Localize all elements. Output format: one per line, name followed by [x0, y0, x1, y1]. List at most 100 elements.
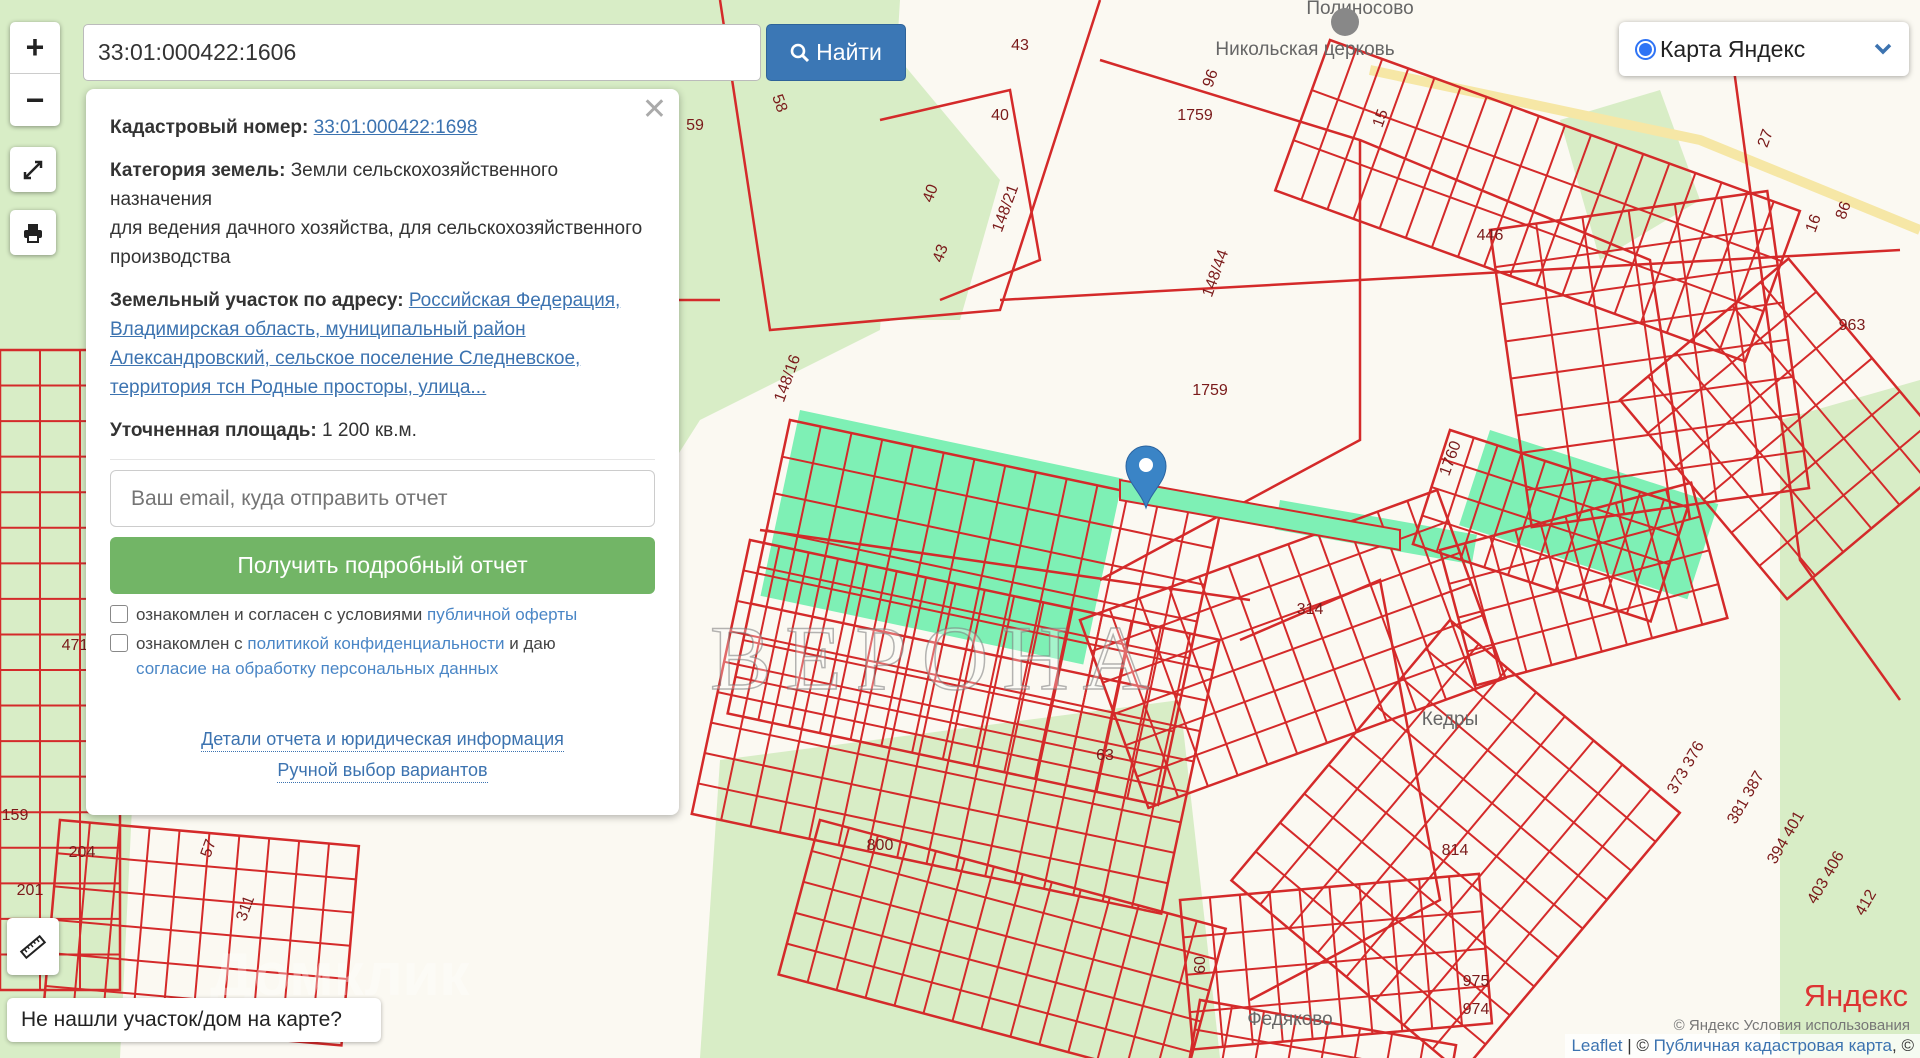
- parcel-line: [1293, 139, 1764, 313]
- parcel-line: [1220, 1005, 1233, 1058]
- fullscreen-button[interactable]: [10, 147, 56, 192]
- marker-dot: [1139, 458, 1153, 472]
- layer-selector[interactable]: Карта Яндекс: [1619, 22, 1909, 76]
- map-label: 16: [1803, 212, 1825, 235]
- chevron-down-icon: [1874, 43, 1892, 55]
- zoom-control: + −: [10, 22, 60, 126]
- zoom-in-button[interactable]: +: [10, 22, 60, 74]
- map-label: 314: [1297, 601, 1324, 618]
- leaflet-link[interactable]: Leaflet: [1571, 1036, 1622, 1055]
- map-label: Никольская церковь: [1215, 39, 1394, 60]
- map-label: 814: [1442, 842, 1469, 859]
- consent2-text2: и даю: [509, 634, 556, 653]
- map-label: 27: [1755, 127, 1777, 150]
- attribution: Leaflet | © Публичная кадастровая карта,…: [1565, 1034, 1920, 1058]
- parcel-line: [1348, 1028, 1362, 1058]
- map-label: 43: [1011, 37, 1029, 54]
- parcel-line: [1380, 1033, 1394, 1058]
- usage-value: для ведения дачного хозяйства, для сельс…: [110, 218, 643, 268]
- consent2-text: ознакомлен с: [136, 634, 243, 653]
- yandex-terms-link[interactable]: © Яндекс Условия использования: [1674, 1017, 1910, 1034]
- yandex-logo: Яндекс: [1803, 978, 1908, 1013]
- map-label: 311: [233, 893, 258, 923]
- map-label: 96: [1200, 67, 1222, 90]
- parcel-line: [1259, 643, 1480, 906]
- map-label: 40: [991, 107, 1009, 124]
- cadastral-search-input[interactable]: [83, 24, 761, 81]
- parcel-line: [1352, 734, 1584, 930]
- report-details-link[interactable]: Детали отчета и юридическая информация: [201, 727, 564, 752]
- cadastral-number: Кадастровый номер: 33:01:000422:1698: [110, 113, 655, 142]
- zoom-out-button[interactable]: −: [10, 74, 60, 126]
- divider: [110, 459, 655, 460]
- email-input[interactable]: [110, 470, 655, 527]
- parcel-line: [1352, 68, 1410, 220]
- parcel-line: [1326, 58, 1384, 210]
- parcel-line: [1374, 739, 1595, 1002]
- get-report-button[interactable]: Получить подробный отчет: [110, 537, 655, 594]
- parcel-line: [1425, 648, 1657, 843]
- attribution-tail: , ©: [1892, 1036, 1914, 1055]
- find-button[interactable]: Найти: [766, 24, 906, 81]
- consent1-text: ознакомлен и согласен с условиями: [136, 605, 423, 624]
- map-label: 800: [867, 837, 894, 854]
- map-label: 148/44: [1199, 247, 1232, 299]
- personal-data-link[interactable]: согласие на обработку персональных данны…: [136, 659, 498, 678]
- map-label: 57: [198, 837, 220, 860]
- manual-selection-link[interactable]: Ручной выбор вариантов: [277, 758, 488, 783]
- address-label: Земельный участок по адресу:: [110, 290, 404, 311]
- parcel-line: [1535, 134, 1592, 286]
- map-label: 975: [1463, 973, 1490, 990]
- map-label: 1760: [1437, 439, 1465, 478]
- pkk-link[interactable]: Публичная кадастровая карта: [1654, 1036, 1892, 1055]
- parcel-line: [1376, 706, 1608, 901]
- map-label: 159: [2, 807, 29, 824]
- parcel-info-popup: ✕ Кадастровый номер: 33:01:000422:1698 К…: [86, 89, 679, 815]
- parcel-block: [1229, 618, 1682, 1058]
- not-found-button[interactable]: Не нашли участок/дом на карте?: [7, 998, 381, 1042]
- privacy-consent: ознакомлен с политикой конфиденциальност…: [110, 631, 655, 681]
- parcel-line: [1378, 77, 1436, 229]
- parcel-address: Земельный участок по адресу: Российская …: [110, 286, 655, 402]
- parcel-line: [1400, 677, 1632, 872]
- public-offer-link[interactable]: публичной оферты: [427, 605, 577, 624]
- map-label: 974: [1463, 1001, 1490, 1018]
- radio-selected-icon: [1635, 38, 1656, 60]
- map-label: 204: [69, 844, 96, 861]
- print-icon: [24, 223, 42, 243]
- map-label: 446: [1477, 227, 1504, 244]
- map-label: 60: [1192, 956, 1209, 974]
- map-label: 15: [1370, 107, 1392, 130]
- map-label: 373 376: [1664, 738, 1708, 797]
- parcel-line: [1509, 125, 1566, 277]
- forest-area: [1780, 380, 1920, 1058]
- cadastral-number-link[interactable]: 33:01:000422:1698: [314, 117, 478, 138]
- map-label: 1759: [1177, 107, 1213, 124]
- land-category: Категория земель: Земли сельскохозяйстве…: [110, 156, 655, 272]
- category-label: Категория земель:: [110, 160, 286, 181]
- find-button-label: Найти: [816, 39, 882, 65]
- church-icon: [1331, 8, 1359, 36]
- layer-selected-label: Карта Яндекс: [1660, 35, 1806, 62]
- offer-checkbox[interactable]: [110, 605, 128, 623]
- parcel-line: [1288, 667, 1509, 930]
- map-label: Кедры: [1422, 709, 1479, 730]
- map-label: 63: [1096, 747, 1114, 764]
- area-label: Уточненная площадь:: [110, 420, 317, 441]
- privacy-policy-link[interactable]: политикой конфиденциальности: [247, 634, 504, 653]
- map-label: 381 387: [1724, 768, 1768, 827]
- attribution-separator: | ©: [1622, 1036, 1654, 1055]
- print-button[interactable]: [10, 210, 56, 255]
- map-label: 471: [62, 637, 89, 654]
- parcel-line: [1691, 191, 1749, 343]
- map-label: 201: [17, 882, 44, 899]
- map-label: 1759: [1192, 382, 1228, 399]
- parcel-area: Уточненная площадь: 1 200 кв.м.: [110, 416, 655, 445]
- close-popup-button[interactable]: ✕: [642, 95, 667, 125]
- privacy-checkbox[interactable]: [110, 634, 128, 652]
- search-icon: [790, 43, 810, 62]
- verona-watermark: ВЕРОНА: [709, 606, 1164, 710]
- cadastral-label: Кадастровый номер:: [110, 117, 309, 138]
- ruler-button[interactable]: [7, 918, 59, 975]
- parcel-line: [1316, 691, 1537, 954]
